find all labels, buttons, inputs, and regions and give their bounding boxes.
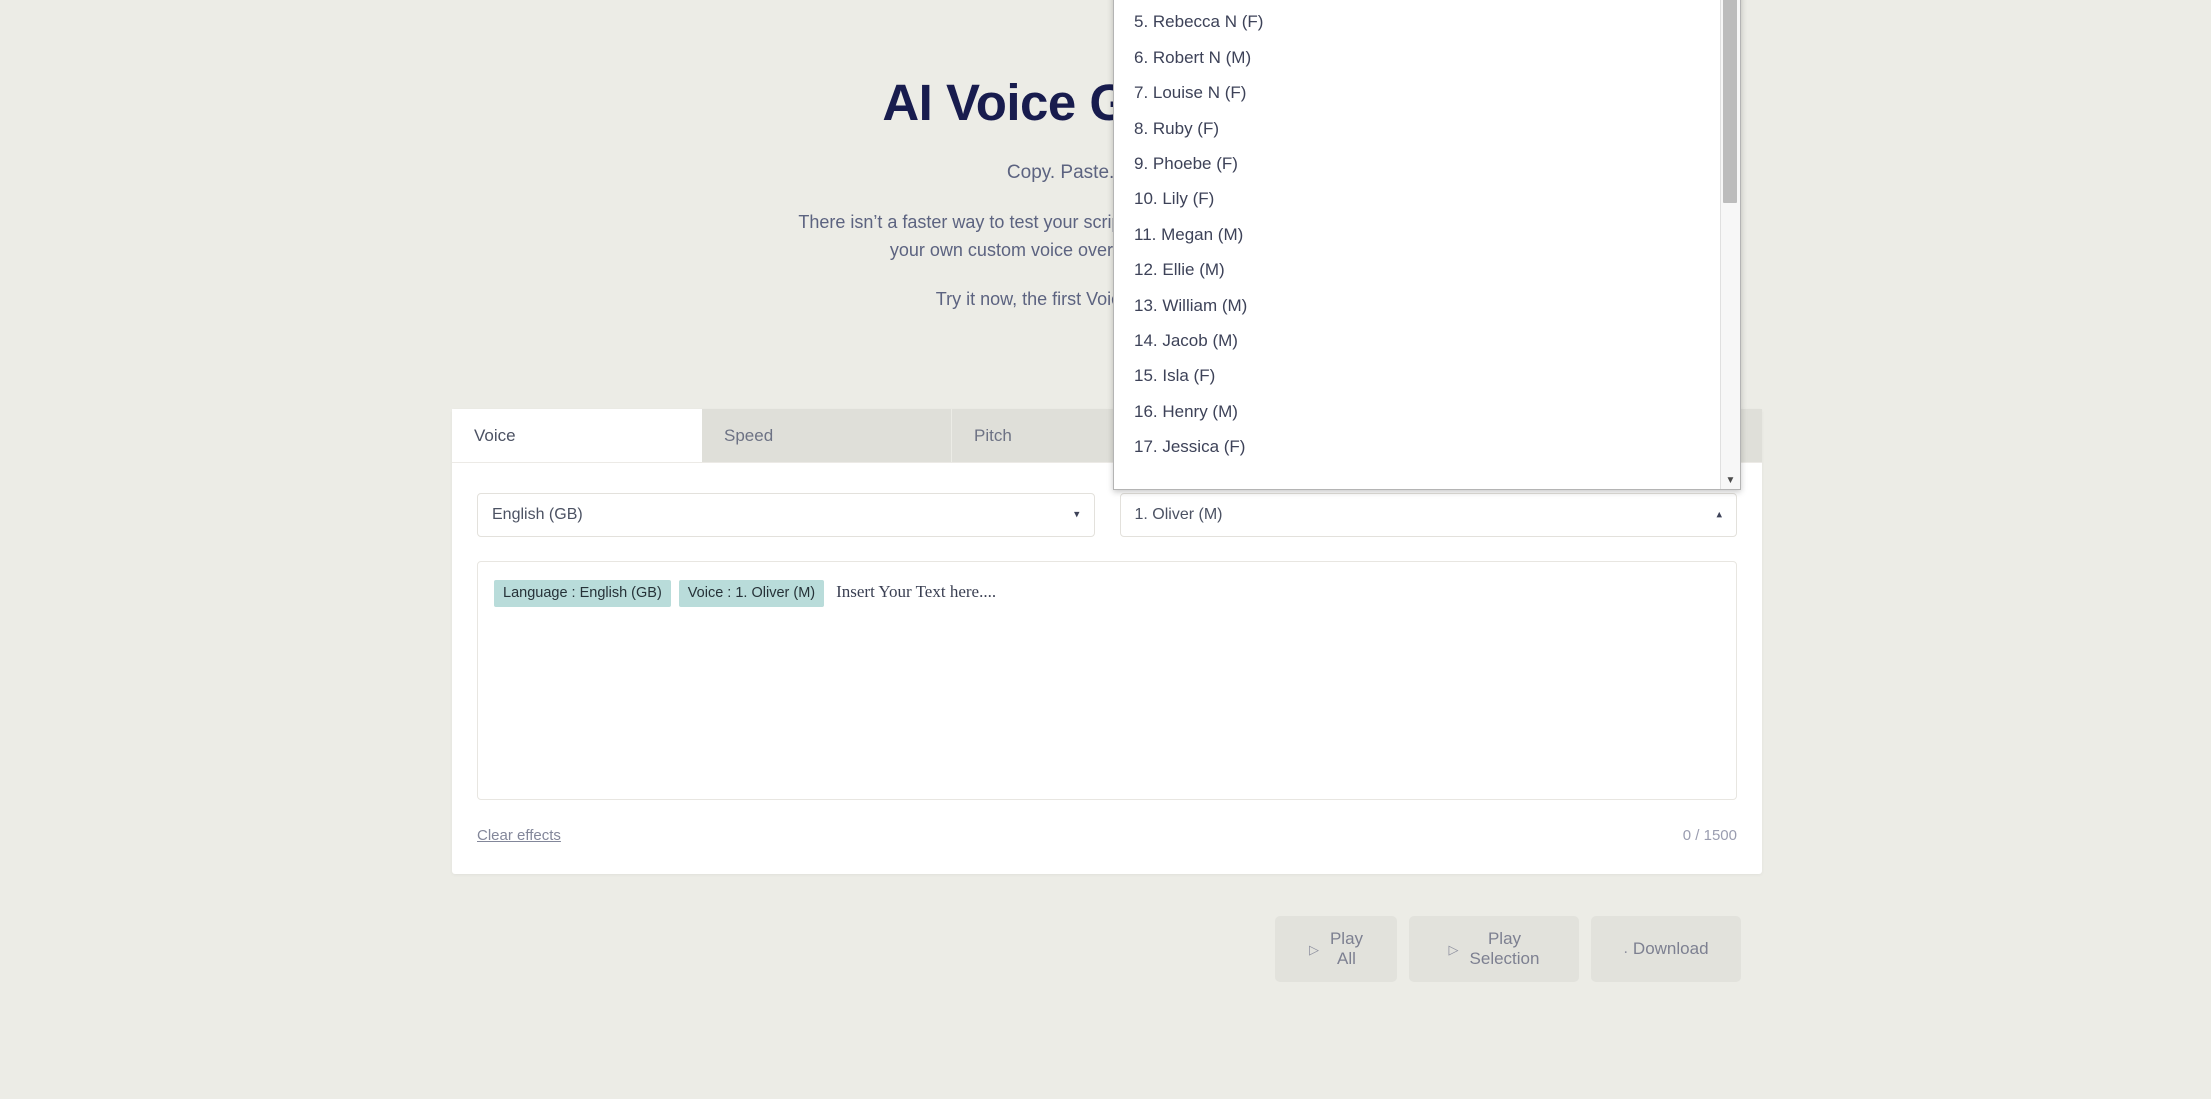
editor-placeholder: Insert Your Text here.... <box>836 582 997 601</box>
language-select[interactable]: English (GB) ▾ <box>477 493 1095 537</box>
chip-voice[interactable]: Voice : 1. Oliver (M) <box>678 580 825 607</box>
voice-option[interactable]: 12. Ellie (M) <box>1114 252 1720 287</box>
voice-option[interactable]: 5. Rebecca N (F) <box>1114 4 1720 39</box>
voice-option[interactable]: 7. Louise N (F) <box>1114 75 1720 110</box>
voice-option[interactable]: 17. Jessica (F) <box>1114 429 1720 464</box>
voice-select[interactable]: 1. Oliver (M) ▴ <box>1119 493 1737 537</box>
voice-option[interactable]: 10. Lily (F) <box>1114 181 1720 216</box>
hero-cta-text: Try it now, the first Voice Generator is… <box>935 288 1276 309</box>
voice-option[interactable]: 9. Phoebe (F) <box>1114 146 1720 181</box>
clear-effects-link[interactable]: Clear effects <box>477 827 561 844</box>
scroll-down-arrow-icon[interactable]: ▼ <box>1721 476 1740 486</box>
play-icon: ▷ <box>1308 941 1319 957</box>
dropdown-scrollbar[interactable]: ▼ <box>1720 0 1740 489</box>
card-footer: Clear effects 0 / 1500 <box>452 800 1762 874</box>
language-select-value: English (GB) <box>492 506 583 523</box>
chevron-down-icon: ▾ <box>1073 508 1080 521</box>
download-label: Download <box>1632 939 1709 958</box>
editor-chips: Language : English (GB) Voice : 1. Olive… <box>494 580 1720 607</box>
chevron-up-icon: ▴ <box>1716 508 1722 521</box>
voice-option[interactable]: 6. Robert N (M) <box>1114 40 1720 75</box>
hero-tagline: Copy. Paste. Generate. <box>1006 161 1205 183</box>
voice-dropdown-list: 4. John N (M) 5. Rebecca N (F) 6. Robert… <box>1114 0 1720 464</box>
play-selection-button[interactable]: ▷ Play Selection <box>1409 916 1579 982</box>
voice-dropdown-menu[interactable]: 4. John N (M) 5. Rebecca N (F) 6. Robert… <box>1113 0 1741 490</box>
voice-option[interactable]: 13. William (M) <box>1114 288 1720 323</box>
character-counter: 0 / 1500 <box>1682 827 1737 844</box>
play-all-label: Play All <box>1329 929 1364 968</box>
tab-speed-label: Speed <box>724 425 774 445</box>
voice-option[interactable]: 8. Ruby (F) <box>1114 111 1720 146</box>
voice-select-value: 1. Oliver (M) <box>1134 506 1223 523</box>
hero-section: AI Voice Generator Copy. Paste. Generate… <box>0 0 2211 310</box>
download-button[interactable]: . Download <box>1591 916 1741 982</box>
voice-option[interactable]: 15. Isla (F) <box>1114 358 1720 393</box>
dropdown-scrollbar-thumb[interactable] <box>1723 0 1737 203</box>
tab-speed[interactable]: Speed <box>702 409 952 462</box>
play-selection-label: Play Selection <box>1469 929 1540 968</box>
chip-language[interactable]: Language : English (GB) <box>494 580 671 607</box>
tab-voice[interactable]: Voice <box>452 409 702 462</box>
tab-voice-label: Voice <box>474 425 516 445</box>
action-buttons: ▷ Play All ▷ Play Selection . Download <box>1275 916 1741 982</box>
download-icon: . <box>1623 940 1628 957</box>
text-editor[interactable]: Language : English (GB) Voice : 1. Olive… <box>477 561 1737 800</box>
tab-pitch-label: Pitch <box>974 425 1012 445</box>
page-title: AI Voice Generator <box>882 74 1329 131</box>
voice-option[interactable]: 16. Henry (M) <box>1114 394 1720 429</box>
voice-option[interactable]: 14. Jacob (M) <box>1114 323 1720 358</box>
voice-option[interactable]: 11. Megan (M) <box>1114 217 1720 252</box>
play-icon: ▷ <box>1448 941 1459 957</box>
play-all-button[interactable]: ▷ Play All <box>1275 916 1397 982</box>
